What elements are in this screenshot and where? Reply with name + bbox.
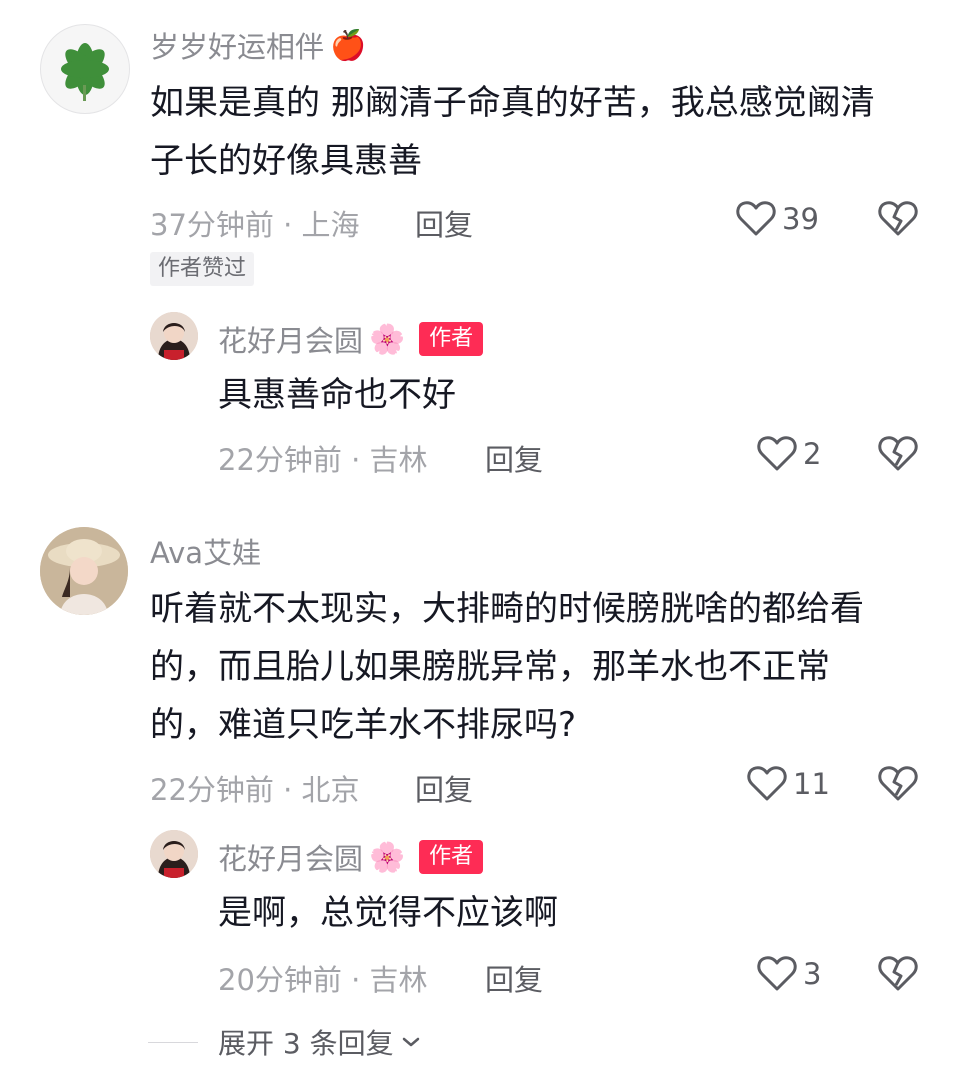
reply-button[interactable]: 回复	[415, 767, 473, 809]
broken-heart-icon	[878, 201, 918, 236]
time-location: 20分钟前 · 吉林	[218, 963, 428, 997]
comment-text: 听着就不太现实，大排畸的时候膀胱啥的都给看 的，而且胎儿如果膀胱异常，那羊水也不…	[150, 589, 864, 745]
leaf-icon	[61, 43, 109, 101]
time-location: 37分钟前 · 上海	[150, 208, 360, 242]
profile-photo-icon	[150, 830, 198, 878]
like-count: 39	[782, 202, 819, 236]
reply-button[interactable]: 回复	[485, 437, 543, 479]
heart-icon	[747, 766, 787, 801]
username[interactable]: Ava艾娃	[150, 530, 261, 572]
time-location: 22分钟前 · 吉林	[218, 443, 428, 477]
avatar[interactable]	[150, 830, 198, 878]
like-button[interactable]: 3	[757, 955, 821, 993]
dislike-button[interactable]	[878, 435, 918, 477]
chevron-down-icon	[402, 1037, 419, 1047]
flower-icon: 🌸	[369, 321, 406, 356]
avatar[interactable]	[150, 312, 198, 360]
avatar[interactable]	[40, 527, 128, 615]
broken-heart-icon	[878, 766, 918, 801]
flower-icon: 🌸	[369, 839, 406, 874]
divider	[148, 1041, 198, 1043]
reply-text: 具惠善命也不好	[218, 375, 456, 415]
username[interactable]: 岁岁好运相伴 🍎	[150, 24, 366, 66]
dislike-button[interactable]	[878, 200, 918, 242]
like-button[interactable]: 39	[736, 200, 819, 238]
like-button[interactable]: 2	[757, 435, 821, 473]
dislike-button[interactable]	[878, 955, 918, 997]
reply-username[interactable]: 花好月会圆 🌸 作者	[218, 318, 484, 360]
author-badge: 作者	[419, 840, 484, 874]
like-count: 3	[803, 957, 822, 991]
heart-icon	[757, 956, 797, 991]
heart-icon	[736, 201, 776, 236]
comment-text: 如果是真的 那阚清子命真的好苦，我总感觉阚清 子长的好像具惠善	[150, 83, 875, 181]
reply-button[interactable]: 回复	[485, 957, 543, 999]
expand-replies-button[interactable]: 展开 3 条回复	[148, 1022, 422, 1062]
dislike-button[interactable]	[878, 765, 918, 807]
heart-icon	[757, 436, 797, 471]
reply-username[interactable]: 花好月会圆 🌸 作者	[218, 836, 484, 878]
reply-button[interactable]: 回复	[415, 202, 473, 244]
reply-text: 是啊，总觉得不应该啊	[218, 893, 558, 933]
avatar[interactable]	[40, 24, 130, 114]
author-badge: 作者	[419, 322, 484, 356]
time-location: 22分钟前 · 北京	[150, 773, 360, 807]
like-count: 11	[793, 767, 830, 801]
profile-photo-icon	[150, 312, 198, 360]
broken-heart-icon	[878, 436, 918, 471]
like-count: 2	[803, 437, 822, 471]
author-liked-tag: 作者赞过	[150, 252, 255, 286]
expand-replies-label: 展开 3 条回复	[218, 1027, 394, 1060]
apple-icon: 🍎	[330, 27, 367, 62]
like-button[interactable]: 11	[747, 765, 830, 803]
profile-photo-icon	[40, 527, 128, 615]
broken-heart-icon	[878, 956, 918, 991]
